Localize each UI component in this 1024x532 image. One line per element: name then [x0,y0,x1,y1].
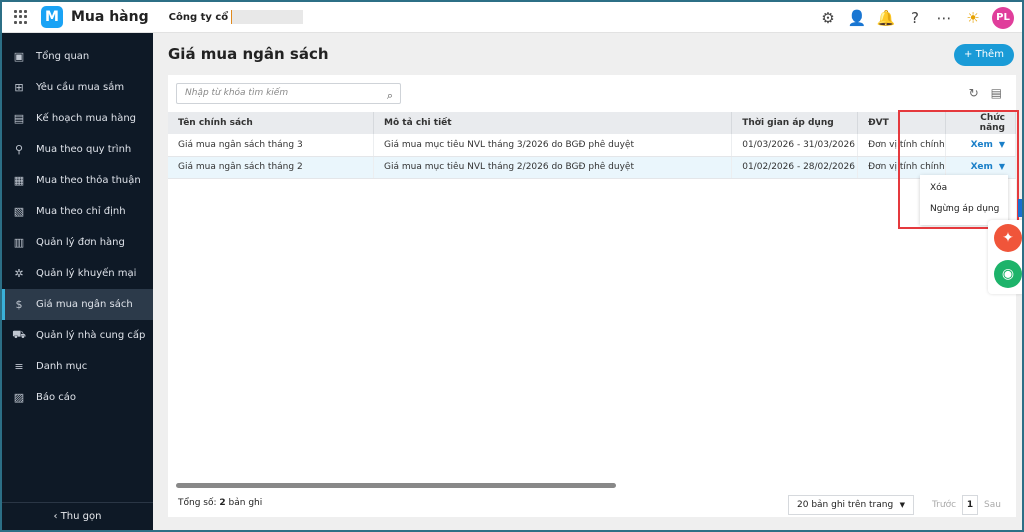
search-placeholder: Nhập từ khóa tìm kiếm [185,88,289,98]
table-row[interactable]: Giá mua ngân sách tháng 2 Giá mua mục ti… [168,156,1017,179]
cell-name[interactable]: Giá mua ngân sách tháng 2 [168,156,375,179]
cell-period: 01/02/2026 - 28/02/2026 [731,156,859,179]
help-icon[interactable]: ? [905,8,925,28]
add-button[interactable]: + Thêm [954,44,1014,66]
process-icon: ⚲ [14,143,24,156]
column-header-description[interactable]: Mô tả chi tiết [373,112,733,134]
sidebar-item-label: Danh mục [36,361,88,372]
clipboard-icon: ▣ [13,50,25,63]
total-label: Tổng số: [178,498,217,508]
table-row[interactable]: Giá mua ngân sách tháng 3 Giá mua mục ti… [168,134,1017,157]
side-panel-toggle[interactable] [1018,199,1022,217]
top-bar: M Mua hàng Công ty cổ ⚙ 👤 🔔 ? ⋯ ☀ PL [2,2,1022,33]
sidebar-item[interactable]: ≡ Danh mục [2,351,153,382]
scrollbar-thumb[interactable] [176,483,616,488]
sidebar-item-label: Mua theo thỏa thuận [36,175,141,186]
sidebar-item[interactable]: ✲ Quản lý khuyến mại [2,258,153,289]
sidebar-item-label: Mua theo quy trình [36,144,132,155]
ai-sparkle-icon[interactable]: ✦ [994,224,1022,252]
plan-icon: ▤ [13,112,25,125]
budget-icon: $ [15,298,23,311]
next-page-button[interactable]: Sau [984,500,1001,510]
promotion-icon: ✲ [14,267,24,280]
sidebar-item[interactable]: ⚲ Mua theo quy trình [2,134,153,165]
sidebar-item-label: Mua theo chỉ định [36,206,126,217]
total-suffix: bản ghi [228,498,263,508]
search-input[interactable]: Nhập từ khóa tìm kiếm ⌕ [176,83,401,104]
sidebar-item-label: Kế hoạch mua hàng [36,113,137,124]
refresh-icon[interactable]: ↻ [969,86,979,100]
prev-page-button[interactable]: Trước [932,500,956,510]
pagination: Trước 1 Sau [932,495,1001,515]
total-count: 2 [219,498,226,508]
sidebar-item-label: Báo cáo [36,392,77,403]
sidebar-item[interactable]: ▥ Quản lý đơn hàng [2,227,153,258]
sidebar-item[interactable]: ▦ Mua theo thỏa thuận [2,165,153,196]
sidebar-item[interactable]: ⛟ Quản lý nhà cung cấp [2,320,153,351]
more-icon[interactable]: ⋯ [934,8,954,28]
app-window: M Mua hàng Công ty cổ ⚙ 👤 🔔 ? ⋯ ☀ PL ▣ Tổ… [2,2,1022,530]
column-header-period[interactable]: Thời gian áp dụng [731,112,859,134]
sidebar-item-label: Quản lý nhà cung cấp [36,330,146,341]
floating-assistant-panel: ✦ ◉ [988,220,1022,294]
company-name[interactable]: Công ty cổ [169,12,229,23]
page-size-value: 20 bản ghi trên trang [797,500,894,510]
highlight-box [898,110,1019,229]
app-logo: M [41,6,63,28]
sidebar-item[interactable]: ▣ Tổng quan [2,41,153,72]
collapse-sidebar-button[interactable]: ‹ Thu gọn [2,502,153,530]
cell-name[interactable]: Giá mua ngân sách tháng 3 [168,134,375,157]
gift-icon[interactable]: ☀ [963,8,983,28]
sidebar-item-label: Quản lý khuyến mại [36,268,137,279]
sidebar-item[interactable]: ▤ Kế hoạch mua hàng [2,103,153,134]
avatar[interactable]: PL [992,7,1014,29]
chatbot-icon[interactable]: ◉ [994,260,1022,288]
report-icon: ▨ [13,391,25,404]
sidebar-item-label: Yêu cầu mua sắm [36,82,125,93]
total-records: Tổng số: 2 bản ghi [178,498,262,508]
settings-icon[interactable]: ⚙ [818,8,838,28]
collapse-label: Thu gọn [60,511,102,522]
cell-period: 01/03/2026 - 31/03/2026 [731,134,859,157]
chevron-left-icon: ‹ [53,511,61,522]
order-icon: ▥ [13,236,25,249]
column-header-name[interactable]: Tên chính sách [168,112,375,134]
list-icon: ≡ [14,360,24,373]
caret-down-icon: ▼ [899,501,905,509]
sidebar-item[interactable]: $ Giá mua ngân sách [2,289,153,320]
budget-price-table: Tên chính sách Mô tả chi tiết Thời gian … [168,112,1017,179]
excel-export-icon[interactable]: ▤ [991,86,1002,100]
sidebar-item-label: Quản lý đơn hàng [36,237,125,248]
sidebar-item[interactable]: ⊞ Yêu cầu mua sắm [2,72,153,103]
cell-description: Giá mua mục tiêu NVL tháng 2/2026 do BGĐ… [373,156,733,179]
sidebar-item[interactable]: ▨ Báo cáo [2,382,153,413]
page-size-select[interactable]: 20 bản ghi trên trang ▼ [788,495,914,515]
add-user-icon[interactable]: 👤 [847,8,867,28]
agreement-icon: ▦ [13,174,25,187]
truck-icon: ⛟ [12,328,26,341]
sidebar: ▣ Tổng quan ⊞ Yêu cầu mua sắm ▤ Kế hoạch mua … [2,33,153,530]
clipboard-plus-icon: ⊞ [14,81,24,94]
company-name-redacted [231,10,304,24]
page-number-button[interactable]: 1 [962,495,979,515]
content-card: Nhập từ khóa tìm kiếm ⌕ ↻ ▤ Tên chính sách… [168,75,1017,517]
cell-description: Giá mua mục tiêu NVL tháng 3/2026 do BGĐ… [373,134,733,157]
bell-icon[interactable]: 🔔 [876,8,896,28]
document-icon: ▧ [13,205,25,218]
app-name: Mua hàng [71,9,149,25]
apps-grid-icon[interactable] [14,10,28,24]
page-title: Giá mua ngân sách [168,45,329,63]
sidebar-item[interactable]: ▧ Mua theo chỉ định [2,196,153,227]
sidebar-item-label: Giá mua ngân sách [36,299,133,310]
sidebar-item-label: Tổng quan [36,51,90,62]
search-icon[interactable]: ⌕ [387,86,393,105]
horizontal-scrollbar[interactable] [174,483,1010,488]
